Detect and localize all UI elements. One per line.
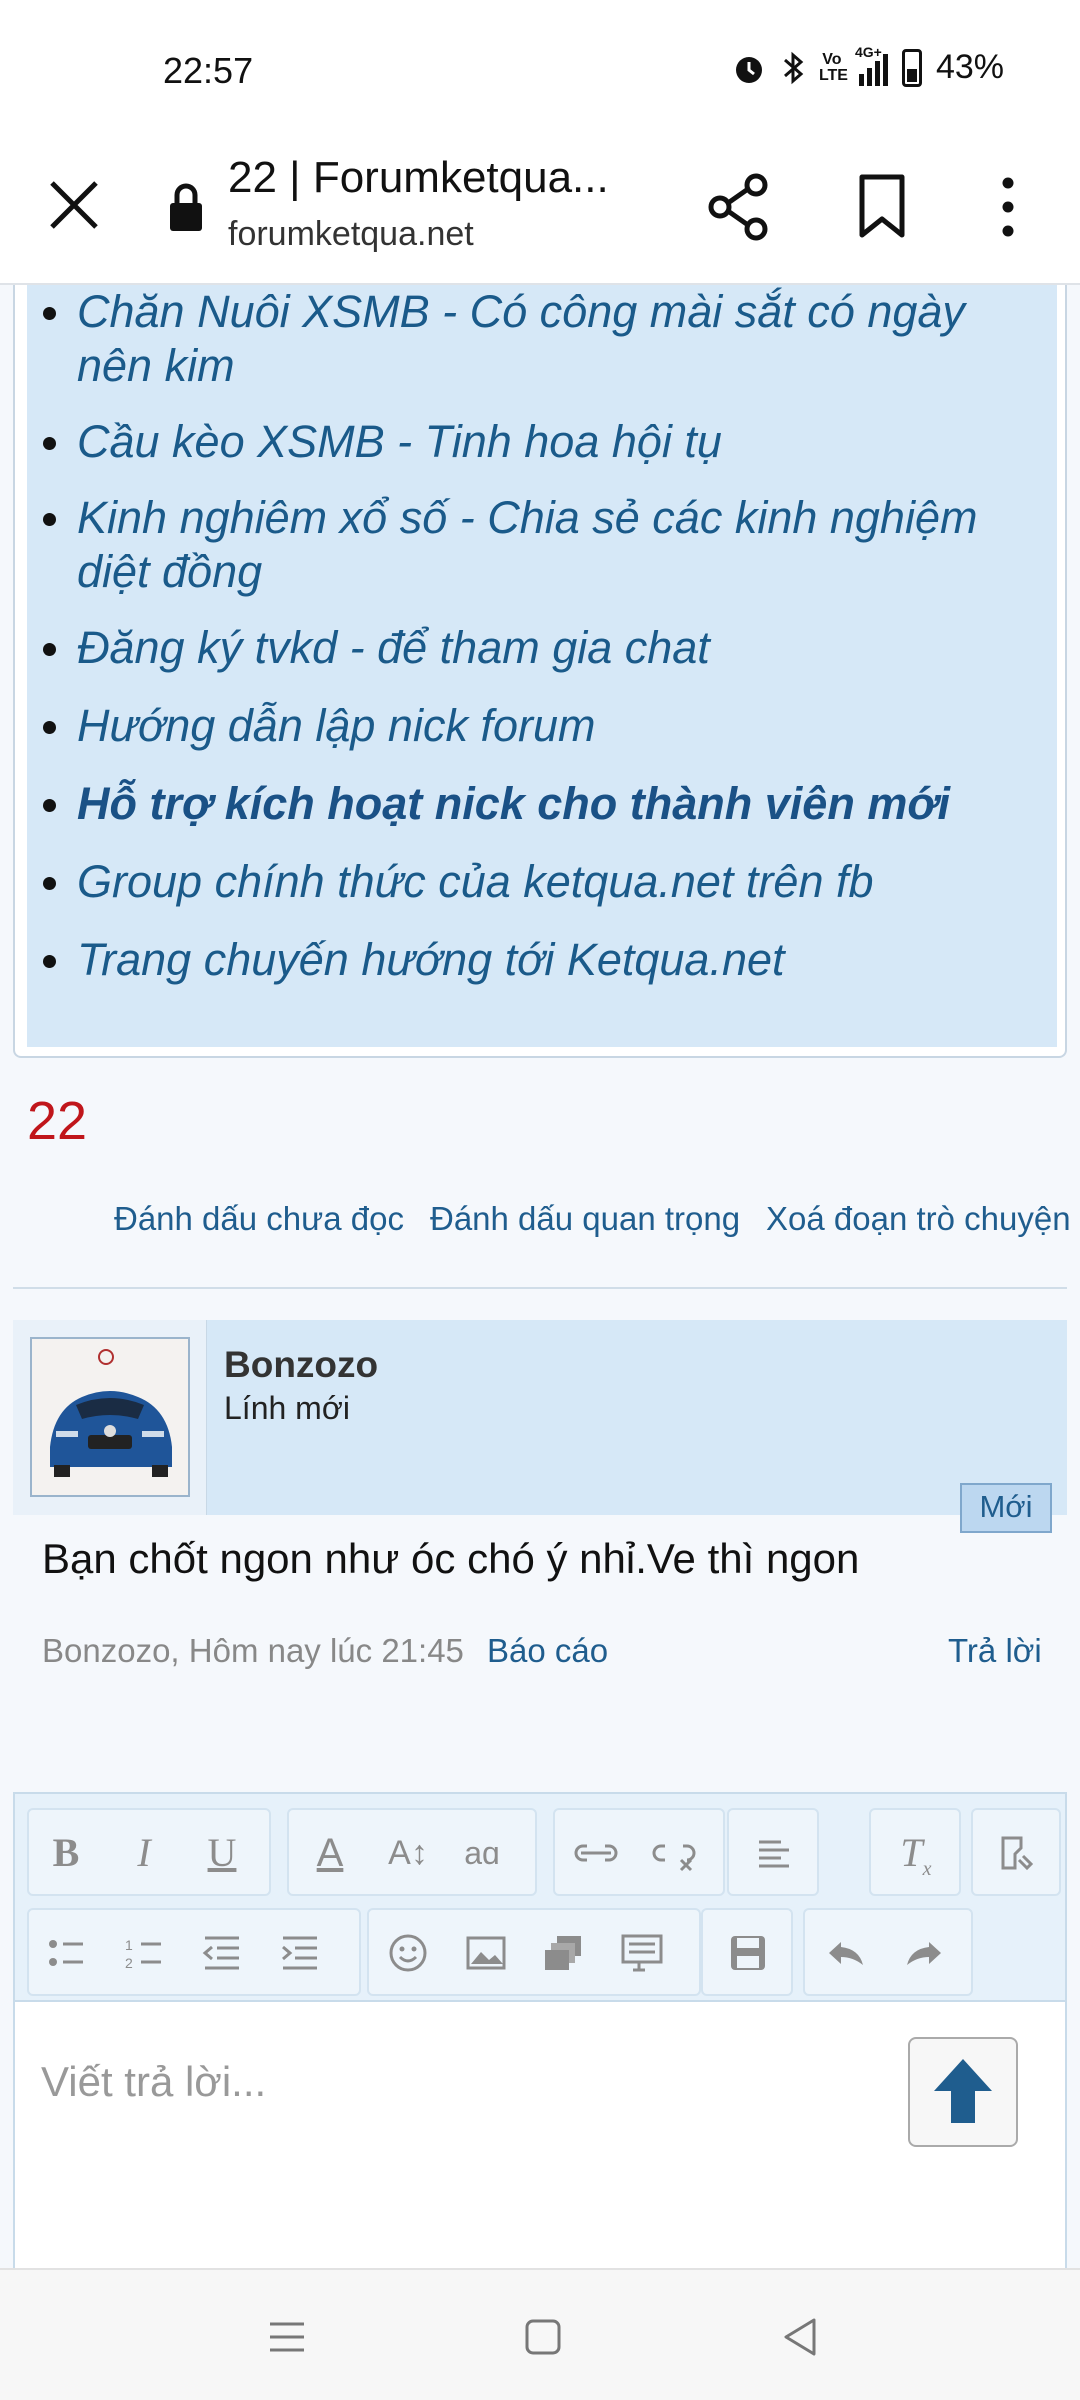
avatar[interactable] xyxy=(30,1337,190,1497)
lock-icon[interactable] xyxy=(166,177,206,237)
link-group xyxy=(553,1808,725,1896)
forum-links-list: Chăn Nuôi XSMB - Có công mài sắt có ngày… xyxy=(43,285,1037,987)
indent-icon[interactable] xyxy=(277,1930,323,1976)
car-avatar-icon xyxy=(32,1339,188,1495)
link-kinh-nghiem[interactable]: Kinh nghiêm xổ số - Chia sẻ các kinh ngh… xyxy=(43,491,1037,599)
browser-toolbar: 22 | Forumketqua... forumketqua.net xyxy=(0,135,1080,285)
volte-icon: Vo LTE xyxy=(818,50,848,84)
underline-icon[interactable]: U xyxy=(199,1830,245,1876)
clear-format-icon[interactable]: Tx xyxy=(893,1830,939,1880)
link-icon[interactable] xyxy=(573,1830,619,1876)
avatar-column xyxy=(13,1320,207,1515)
reply-input[interactable]: Viết trả lời... xyxy=(41,2058,266,2106)
back-icon[interactable] xyxy=(776,2312,826,2362)
bookmark-icon[interactable] xyxy=(852,171,912,241)
bullet-list-icon[interactable] xyxy=(43,1930,89,1976)
status-bar: 22:57 Vo LTE 4G+ 43% xyxy=(0,0,1080,135)
redo-icon[interactable] xyxy=(901,1930,947,1976)
reply-link[interactable]: Trả lời xyxy=(948,1632,1042,1670)
alarm-icon xyxy=(735,56,762,83)
link-dang-ky[interactable]: Đăng ký tvkd - để tham gia chat xyxy=(43,621,1037,675)
recent-apps-icon[interactable] xyxy=(262,2312,312,2362)
post-message: Bạn chốt ngon như óc chó ý nhỉ.Ve thì ng… xyxy=(42,1535,860,1582)
list-group: 12 xyxy=(27,1908,361,1996)
link-cau-keo[interactable]: Cầu kèo XSMB - Tinh hoa hội tụ xyxy=(43,415,1037,469)
editor-toolbar: B I U A A↕ aɑ Tx 12 xyxy=(15,1794,1065,2002)
divider xyxy=(13,1287,1067,1289)
post-username[interactable]: Bonzozo xyxy=(224,1344,378,1386)
battery-level: 43% xyxy=(935,48,1004,86)
close-icon[interactable] xyxy=(44,175,104,235)
source-group xyxy=(971,1808,1061,1896)
undo-icon[interactable] xyxy=(823,1930,869,1976)
text-color-icon[interactable]: A xyxy=(307,1830,353,1876)
bold-icon[interactable]: B xyxy=(43,1830,89,1876)
link-trang-chuyen[interactable]: Trang chuyến hướng tới Ketqua.net xyxy=(43,933,1037,987)
more-menu-icon[interactable] xyxy=(988,171,1028,243)
post-meta[interactable]: Bonzozo, Hôm nay lúc 21:45 xyxy=(42,1632,464,1670)
system-nav-bar xyxy=(0,2268,1080,2400)
page-url[interactable]: forumketqua.net xyxy=(228,215,474,254)
align-group xyxy=(727,1808,819,1896)
unlink-icon[interactable] xyxy=(651,1830,697,1876)
link-chan-nuoi[interactable]: Chăn Nuôi XSMB - Có công mài sắt có ngày… xyxy=(43,285,1037,393)
signal-icon: 4G+ xyxy=(855,44,888,86)
save-group xyxy=(701,1908,793,1996)
link-huong-dan[interactable]: Hướng dẫn lập nick forum xyxy=(43,699,1037,753)
new-badge: Mới xyxy=(960,1483,1052,1533)
arrow-up-icon xyxy=(934,2059,992,2123)
svg-text:2: 2 xyxy=(125,1955,133,1971)
save-draft-icon[interactable] xyxy=(725,1930,771,1976)
insert-group xyxy=(367,1908,701,1996)
undo-redo-group xyxy=(803,1908,973,1996)
status-icons: Vo LTE 4G+ 43% xyxy=(731,44,1004,87)
link-ho-tro[interactable]: Hỗ trợ kích hoạt nick cho thành viên mới xyxy=(43,777,1037,831)
mark-unread-link[interactable]: Đánh dấu chưa đọc xyxy=(114,1200,404,1238)
links-panel-inner: Chăn Nuôi XSMB - Có công mài sắt có ngày… xyxy=(27,285,1057,1047)
home-icon[interactable] xyxy=(518,2312,568,2362)
thread-title: 22 xyxy=(27,1091,88,1151)
post-header: Bonzozo Lính mới xyxy=(13,1320,1067,1515)
image-icon[interactable] xyxy=(463,1930,509,1976)
numbered-list-icon[interactable]: 12 xyxy=(121,1930,167,1976)
share-icon[interactable] xyxy=(706,171,772,243)
font-group: A A↕ aɑ xyxy=(287,1808,537,1896)
smiley-icon[interactable] xyxy=(385,1930,431,1976)
quote-icon[interactable] xyxy=(619,1930,665,1976)
reply-editor: B I U A A↕ aɑ Tx 12 Viết trả lời... xyxy=(13,1792,1067,2268)
align-icon[interactable] xyxy=(751,1830,797,1876)
media-icon[interactable] xyxy=(541,1930,587,1976)
text-style-group: B I U xyxy=(27,1808,271,1896)
outdent-icon[interactable] xyxy=(199,1930,245,1976)
svg-text:1: 1 xyxy=(125,1937,133,1953)
scroll-to-top-button[interactable] xyxy=(908,2037,1018,2147)
thread-actions: Đánh dấu chưa đọc Đánh dấu quan trọng Xo… xyxy=(0,1200,1080,1244)
wrench-icon[interactable] xyxy=(993,1830,1039,1876)
font-family-icon[interactable]: aɑ xyxy=(459,1830,505,1876)
link-group-fb[interactable]: Group chính thức của ketqua.net trên fb xyxy=(43,855,1037,909)
page-title[interactable]: 22 | Forumketqua... xyxy=(228,153,609,203)
clear-format-group: Tx xyxy=(869,1808,961,1896)
forum-links-panel: Chăn Nuôi XSMB - Có công mài sắt có ngày… xyxy=(13,285,1067,1058)
bluetooth-icon xyxy=(783,51,804,84)
report-link[interactable]: Báo cáo xyxy=(487,1632,608,1670)
mark-important-link[interactable]: Đánh dấu quan trọng xyxy=(430,1200,740,1238)
post-user-rank: Lính mới xyxy=(224,1390,350,1426)
status-time: 22:57 xyxy=(163,50,254,91)
delete-conversation-link[interactable]: Xoá đoạn trò chuyện xyxy=(766,1200,1071,1238)
italic-icon[interactable]: I xyxy=(121,1830,167,1876)
battery-icon xyxy=(901,48,922,87)
font-size-icon[interactable]: A↕ xyxy=(385,1830,431,1876)
